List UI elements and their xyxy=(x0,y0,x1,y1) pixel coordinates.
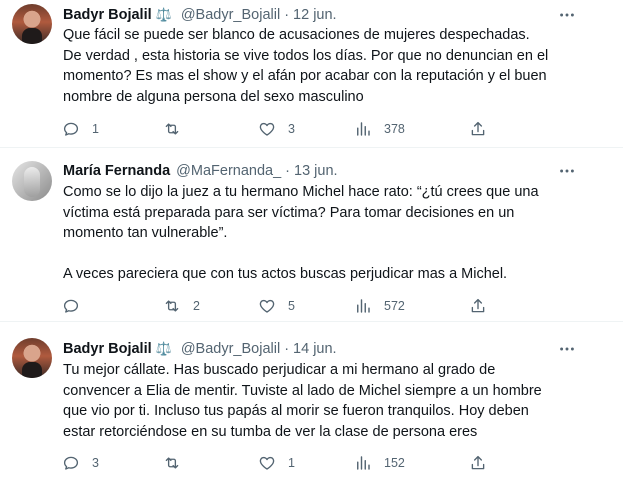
tweet-text: Como se lo dijo la juez a tu hermano Mic… xyxy=(63,182,593,285)
view-count: 152 xyxy=(384,456,405,470)
retweet-button[interactable] xyxy=(163,452,193,474)
share-icon xyxy=(471,298,485,313)
tweet-date[interactable]: 12 jun. xyxy=(293,7,337,23)
author-handle[interactable]: @MaFernanda_ xyxy=(176,163,281,179)
separator: · xyxy=(285,163,291,179)
tweet-text-line: Que fácil se puede ser blanco de acusaci… xyxy=(63,27,530,43)
tweet[interactable]: Badyr Bojalil ⚖️ @Badyr_Bojalil · 14 jun… xyxy=(0,322,623,489)
share-button[interactable] xyxy=(469,452,487,474)
tweet-header: Badyr Bojalil ⚖️ @Badyr_Bojalil · 14 jun… xyxy=(63,339,337,359)
reply-button[interactable]: 1 xyxy=(62,118,99,140)
tweet-text-line: A veces pareciera que con tus actos busc… xyxy=(63,266,508,282)
avatar[interactable] xyxy=(12,4,52,44)
more-options-icon[interactable] xyxy=(557,5,577,25)
reply-button[interactable]: 3 xyxy=(62,452,99,474)
reply-count: 1 xyxy=(92,122,99,136)
tweet-text-line: momento? Es mas el show y el afán por ac… xyxy=(63,68,547,84)
tweet[interactable]: María Fernanda @MaFernanda_ · 13 jun. Co… xyxy=(0,148,623,321)
tweet-text-line: De verdad , esta historia se vive todos … xyxy=(63,47,549,64)
like-button[interactable]: 3 xyxy=(258,118,295,140)
analytics-icon xyxy=(357,456,370,470)
reply-icon xyxy=(63,456,79,470)
retweet-count: 2 xyxy=(193,299,200,313)
retweet-button[interactable]: 2 xyxy=(163,295,200,317)
tweet-text-line: que vio por ti. Incluso tus papás al mor… xyxy=(63,403,529,419)
tweet-header: María Fernanda @MaFernanda_ · 13 jun. xyxy=(63,161,338,181)
view-count: 378 xyxy=(384,122,405,136)
author-name[interactable]: María Fernanda xyxy=(63,163,170,179)
views-button[interactable]: 572 xyxy=(354,295,405,317)
author-name[interactable]: Badyr Bojalil xyxy=(63,341,152,357)
author-handle[interactable]: @Badyr_Bojalil xyxy=(181,7,280,23)
share-button[interactable] xyxy=(469,295,487,317)
share-icon xyxy=(471,455,485,470)
heart-icon xyxy=(259,122,275,136)
analytics-icon xyxy=(357,122,370,136)
reply-icon xyxy=(63,122,79,136)
tweet-text-line: nombre de alguna persona del sexo mascul… xyxy=(63,88,364,105)
views-button[interactable]: 152 xyxy=(354,452,405,474)
share-button[interactable] xyxy=(469,118,487,140)
tweet-text: Que fácil se puede ser blanco de acusaci… xyxy=(63,25,593,107)
tweet-text-line: Como se lo dijo la juez a tu hermano Mic… xyxy=(63,184,539,200)
more-options-icon[interactable] xyxy=(557,161,577,181)
tweet-header: Badyr Bojalil ⚖️ @Badyr_Bojalil · 12 jun… xyxy=(63,5,337,25)
tweet-text-line: estar retorciéndose en su tumba de ver l… xyxy=(63,423,478,440)
tweet-text-line: víctima está preparada para ser víctima?… xyxy=(63,204,515,221)
avatar[interactable] xyxy=(12,338,52,378)
like-count: 3 xyxy=(288,122,295,136)
author-name[interactable]: Badyr Bojalil xyxy=(63,7,152,23)
reply-count: 3 xyxy=(92,456,99,470)
author-handle[interactable]: @Badyr_Bojalil xyxy=(181,341,280,357)
tweet-text-line: Tu mejor cállate. Has buscado perjudicar… xyxy=(63,362,496,378)
heart-icon xyxy=(259,299,275,313)
tweet-date[interactable]: 13 jun. xyxy=(294,163,338,179)
like-count: 5 xyxy=(288,299,295,313)
heart-icon xyxy=(259,456,275,470)
separator: · xyxy=(284,341,290,357)
analytics-icon xyxy=(357,299,370,313)
views-button[interactable]: 378 xyxy=(354,118,405,140)
retweet-button[interactable] xyxy=(163,118,193,140)
tweet-text-line: momento tan vulnerable”. xyxy=(63,225,228,241)
retweet-icon xyxy=(165,300,179,312)
retweet-icon xyxy=(165,123,179,135)
separator: · xyxy=(284,7,290,23)
reply-button[interactable] xyxy=(62,295,92,317)
like-count: 1 xyxy=(288,456,295,470)
retweet-icon xyxy=(165,457,179,469)
avatar[interactable] xyxy=(12,161,52,201)
tweet[interactable]: Badyr Bojalil ⚖️ @Badyr_Bojalil · 12 jun… xyxy=(0,0,623,147)
share-icon xyxy=(471,121,485,136)
tweet-date[interactable]: 14 jun. xyxy=(293,341,337,357)
tweet-text: Tu mejor cállate. Has buscado perjudicar… xyxy=(63,360,593,442)
more-options-icon[interactable] xyxy=(557,339,577,359)
scales-icon: ⚖️ xyxy=(155,341,172,356)
view-count: 572 xyxy=(384,299,405,313)
like-button[interactable]: 5 xyxy=(258,295,295,317)
tweet-text-line: convencer a Elia de mentir. Tuviste al l… xyxy=(63,382,542,399)
scales-icon: ⚖️ xyxy=(155,7,172,22)
reply-icon xyxy=(63,299,79,313)
like-button[interactable]: 1 xyxy=(258,452,295,474)
